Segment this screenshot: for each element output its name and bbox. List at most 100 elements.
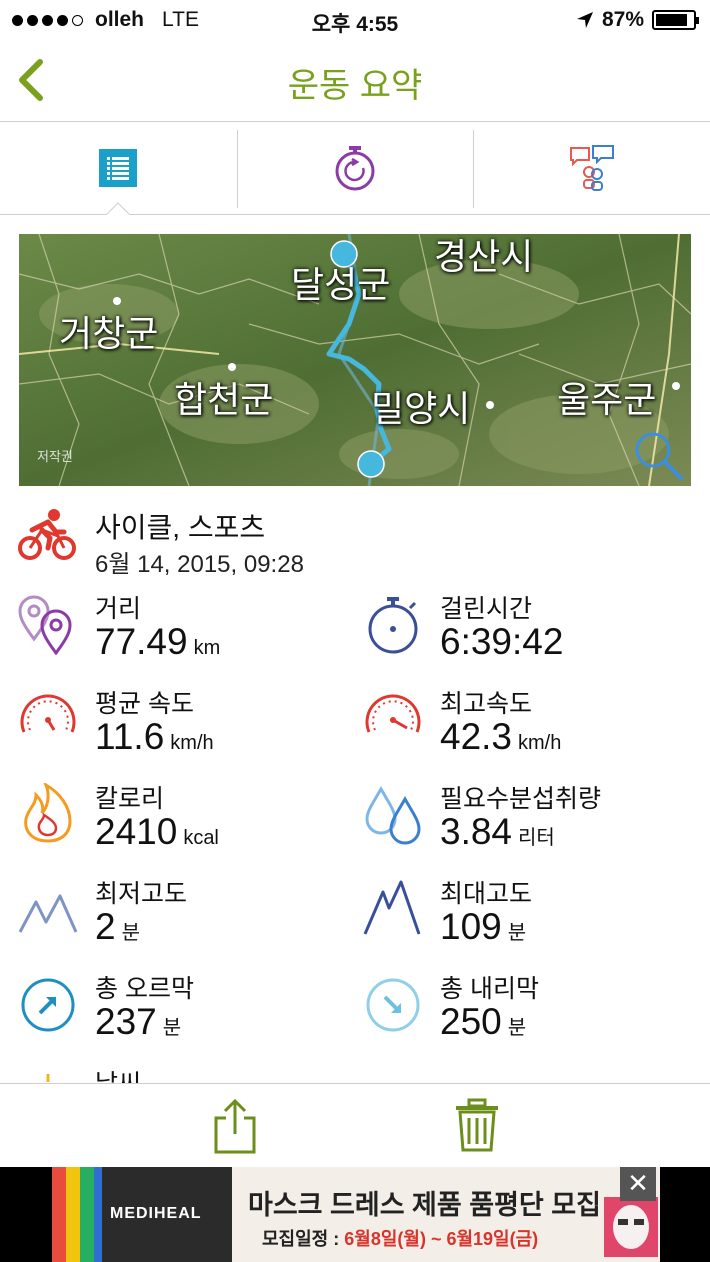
map-label: 달성군 — [291, 264, 391, 305]
stat-value: 250 분 — [440, 1001, 526, 1043]
stat-number: 109 — [440, 906, 502, 947]
stat-number: 2410 — [95, 811, 178, 852]
stat-number: 237 — [95, 1001, 157, 1042]
map-label: 경산시 — [434, 236, 534, 277]
stat-unit: 분 — [507, 922, 527, 944]
stat-number: 2 — [95, 906, 116, 947]
stat-max-speed: 최고속도 42.3 km/h — [363, 680, 703, 770]
stat-value: 6:39:42 — [440, 621, 569, 663]
ad-brand-logo: MEDIHEAL — [110, 1205, 202, 1222]
stat-min-altitude: 최저고도 2분 — [18, 870, 358, 960]
map-label: 거창군 — [59, 313, 159, 354]
status-bar: olleh LTE 오후 4:55 87% — [0, 0, 710, 40]
tab-summary-list[interactable] — [0, 122, 237, 215]
share-icon — [214, 1098, 256, 1154]
tab-selected-indicator — [106, 202, 130, 215]
ad-close-button[interactable]: ✕ — [620, 1167, 656, 1201]
status-right: 87% — [576, 8, 699, 32]
stat-unit: 분 — [162, 1017, 182, 1039]
ad-banner[interactable]: MEDIHEAL 마스크 드레스 제품 품평단 모집 모집일정 : 6월8일(월… — [0, 1167, 710, 1262]
share-button[interactable] — [212, 1098, 258, 1154]
ad-title: 마스크 드레스 제품 품평단 모집 — [248, 1190, 601, 1220]
activity-date: 6월 14, 2015, 09:28 — [95, 551, 304, 578]
tab-laps[interactable] — [236, 122, 474, 214]
stat-value: 11.6 km/h — [95, 716, 214, 758]
stat-label: 칼로리 — [95, 785, 165, 813]
cycling-icon — [18, 509, 76, 560]
ad-sub-prefix: 모집일정 : — [262, 1229, 345, 1249]
stat-unit: 리터 — [518, 827, 555, 849]
stat-weather: 날씨 — [18, 1060, 358, 1085]
stat-label: 평균 속도 — [95, 690, 194, 718]
stopwatch-icon — [368, 597, 418, 654]
stat-calories: 칼로리 2410 kcal — [18, 775, 358, 865]
delete-button[interactable] — [454, 1098, 500, 1154]
stat-number: 11.6 — [95, 716, 165, 757]
battery-percent: 87% — [601, 8, 644, 31]
stat-number: 42.3 — [440, 716, 513, 757]
stat-number: 250 — [440, 1001, 502, 1042]
bottom-action-bar — [0, 1083, 710, 1167]
stat-hydration: 필요수분섭취량 3.84 리터 — [363, 775, 703, 865]
ad-subtitle: 모집일정 : 6월8일(월) ~ 6월19일(금) — [262, 1225, 538, 1251]
stat-value: 3.84 리터 — [440, 811, 555, 853]
route-map[interactable]: 경산시 달성군 거창군 합천군 밀양시 울주군 저작권 — [19, 234, 691, 486]
stat-unit: kcal — [183, 827, 219, 849]
min-altitude-icon — [18, 894, 78, 933]
activity-header: 사이클, 스포츠 6월 14, 2015, 09:28 — [18, 504, 698, 578]
stat-unit: km — [193, 637, 221, 659]
ascent-icon — [21, 978, 75, 1032]
ad-content[interactable]: MEDIHEAL 마스크 드레스 제품 품평단 모집 모집일정 : 6월8일(월… — [52, 1167, 660, 1262]
stat-label: 거리 — [95, 595, 142, 623]
nav-bar: 운동 요약 — [0, 40, 710, 122]
stat-number: 77.49 — [95, 621, 188, 662]
stat-descent: 총 내리막 250 분 — [363, 965, 703, 1055]
map-label: 합천군 — [174, 379, 274, 420]
list-icon — [99, 149, 138, 187]
stat-unit: 분 — [507, 1017, 527, 1039]
stat-ascent: 총 오르막 237 분 — [18, 965, 358, 1055]
calories-icon — [24, 783, 72, 843]
stat-max-altitude: 최대고도 109 분 — [363, 870, 703, 960]
stat-label: 총 내리막 — [440, 975, 539, 1003]
stat-duration: 걸린시간 6:39:42 — [363, 585, 703, 675]
descent-icon — [366, 978, 420, 1032]
max-speed-icon — [365, 694, 421, 733]
distance-icon — [18, 595, 72, 655]
battery-fill — [656, 14, 688, 26]
stat-label: 걸린시간 — [440, 595, 533, 623]
social-chat-icon — [569, 145, 614, 191]
stats-grid: 거리 77.49km 걸린시간 6:39:42 평균 속도 11.6km/h — [0, 585, 710, 1085]
stat-label: 총 오르막 — [95, 975, 194, 1003]
timer-icon — [335, 146, 375, 191]
stat-value: 109 분 — [440, 906, 526, 948]
stat-label: 최저고도 — [95, 880, 188, 908]
activity-type: 사이클, 스포츠 — [95, 512, 266, 543]
water-drops-icon — [365, 785, 421, 845]
stat-value: 77.49 km — [95, 621, 220, 663]
stat-number: 3.84 — [440, 811, 513, 852]
stat-value: 237 분 — [95, 1001, 181, 1043]
map-label: 밀양시 — [371, 388, 471, 429]
stat-value: 2410 kcal — [95, 811, 219, 853]
stat-number: 6:39:42 — [440, 621, 564, 662]
stat-label: 최고속도 — [440, 690, 533, 718]
stat-value: 2분 — [95, 906, 140, 948]
stat-label: 필요수분섭취량 — [440, 785, 602, 813]
stat-label: 최대고도 — [440, 880, 533, 908]
max-altitude-icon — [363, 880, 421, 935]
stat-unit: km/h — [518, 732, 562, 754]
stat-value: 42.3 km/h — [440, 716, 561, 758]
stat-avg-speed: 평균 속도 11.6 km/h — [18, 680, 358, 770]
stat-unit: km/h — [170, 732, 214, 754]
page-title: 운동 요약 — [287, 67, 423, 105]
ad-sub-dates: 6월8일(월) ~ 6월19일(금) — [344, 1229, 539, 1249]
magnifier-icon[interactable] — [633, 430, 685, 482]
avg-speed-icon — [20, 694, 76, 733]
location-arrow-icon — [576, 12, 593, 28]
stat-label: 날씨 — [95, 1070, 142, 1085]
stat-unit: 분 — [121, 922, 140, 944]
trash-icon — [456, 1098, 498, 1152]
tab-social[interactable] — [473, 122, 710, 214]
ad-mask-image — [604, 1197, 658, 1257]
